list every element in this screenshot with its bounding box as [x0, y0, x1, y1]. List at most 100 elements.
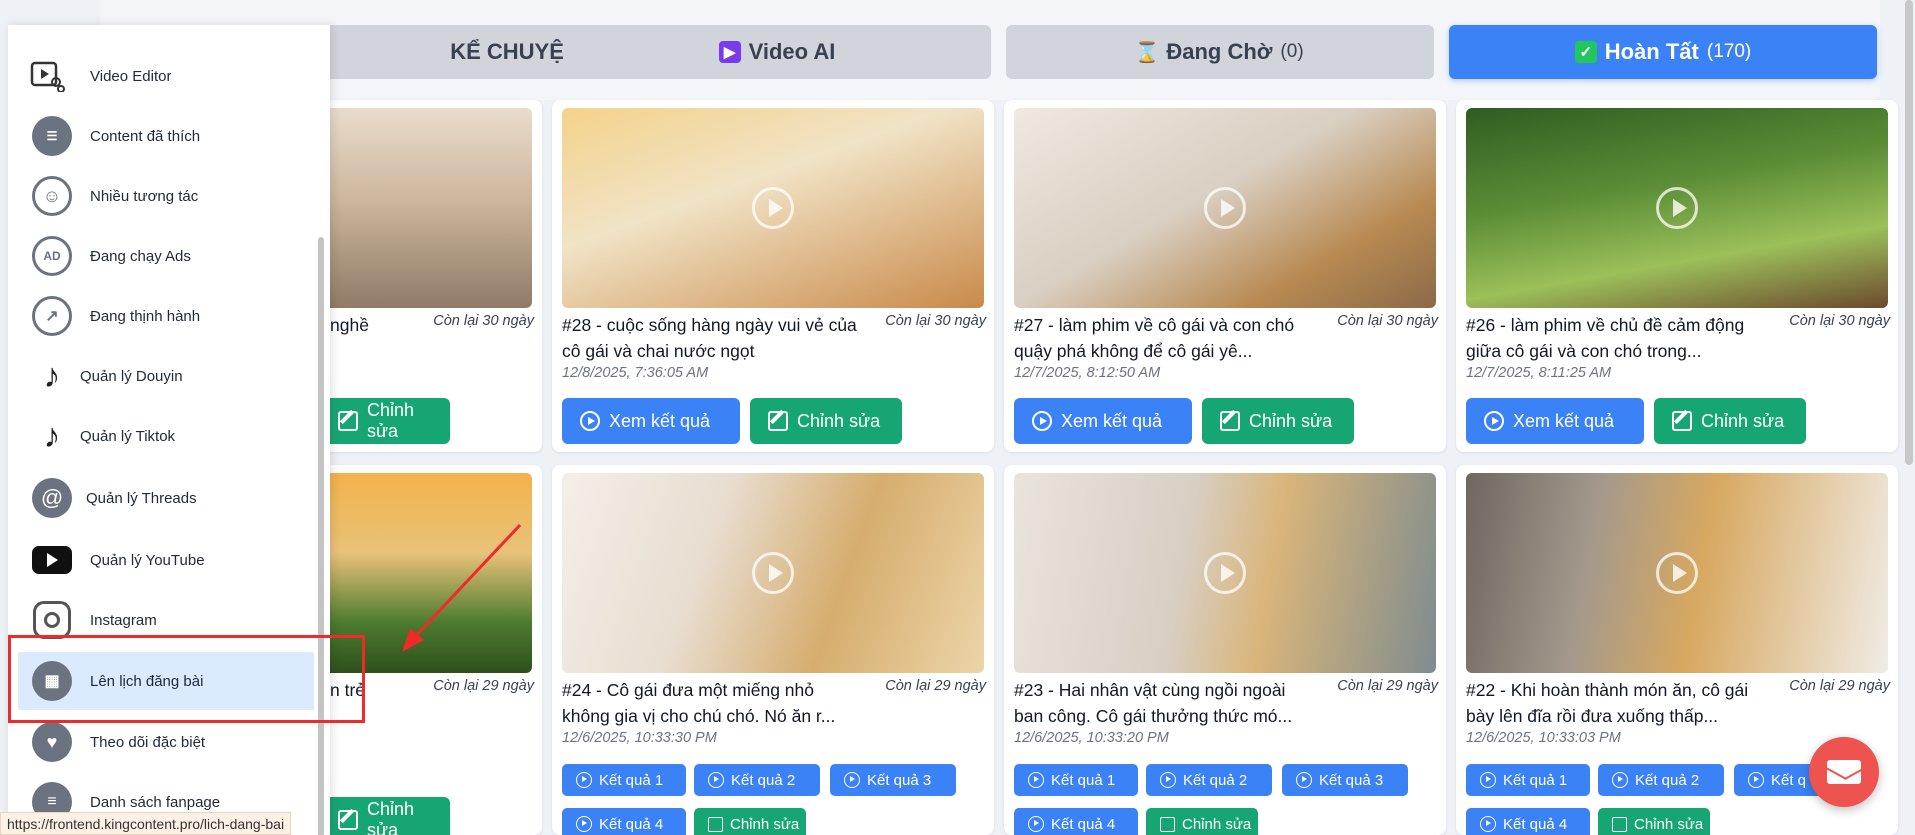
tab-label: Hoàn Tất	[1604, 39, 1699, 64]
sidebar-scrollbar[interactable]	[318, 237, 324, 835]
play-circle-icon	[1160, 772, 1176, 788]
play-circle-icon	[1032, 411, 1052, 431]
sidebar-item-label: Content đã thích	[90, 127, 201, 145]
heart-icon: ♥	[32, 722, 72, 762]
video-thumbnail[interactable]	[1014, 108, 1436, 308]
threads-icon: @	[32, 478, 72, 518]
edit-icon	[1672, 411, 1692, 431]
card-title: #24 - Cô gái đưa một miếng nhỏ không gia…	[562, 680, 836, 726]
card-date: 12/7/2025, 8:12:50 AM	[1014, 365, 1161, 381]
edit-icon	[1220, 411, 1240, 431]
result-4-button[interactable]: Kết quả 4	[562, 808, 686, 835]
days-remaining: Còn lại 29 ngày	[1337, 678, 1438, 694]
video-thumbnail[interactable]	[1466, 473, 1888, 673]
clapper-icon: ▶	[718, 41, 741, 63]
play-circle-icon	[580, 411, 600, 431]
result-4-button[interactable]: Kết quả 4	[1014, 808, 1138, 835]
sidebar-item-label: Quản lý YouTube	[90, 551, 205, 569]
sidebar-item-label: Đang chạy Ads	[90, 247, 191, 265]
result-4-button[interactable]: Kết quả 4	[1466, 808, 1590, 835]
result-2-button[interactable]: Kết quả 2	[694, 764, 820, 796]
view-result-button[interactable]: Xem kết quả	[1466, 398, 1644, 444]
video-thumbnail[interactable]	[1014, 473, 1436, 673]
tab-label: KỂ CHUYỆN	[450, 39, 580, 64]
liked-content-icon: ☰	[32, 116, 72, 156]
days-remaining: Còn lại 29 ngày	[433, 678, 534, 694]
sidebar-item-dang-thinh-hanh[interactable]: ↗ Đang thịnh hành	[18, 287, 314, 345]
edit-button[interactable]: Chỉnh sửa	[320, 797, 450, 835]
edit-icon	[708, 816, 723, 832]
tab-hoan-tat[interactable]: ✓ Hoàn Tất (170)	[1449, 25, 1877, 79]
sidebar-item-nhieu-tuong-tac[interactable]: ☺ Nhiều tương tác	[18, 167, 314, 225]
card-title: #26 - làm phim về chủ đề cảm động giữa c…	[1466, 315, 1745, 361]
play-circle-icon	[1480, 772, 1496, 788]
result-3-button[interactable]: Kết quả 3	[830, 764, 956, 796]
annotation-arrow-icon	[402, 523, 522, 652]
edit-button[interactable]: Chỉnh sửa	[1654, 398, 1806, 444]
result-1-button[interactable]: Kết quả 1	[1466, 764, 1590, 796]
edit-button[interactable]: Chỉnh sửa	[320, 398, 450, 444]
tab-count: (0)	[1280, 41, 1304, 62]
edit-button[interactable]: Chỉnh sửa	[1202, 398, 1354, 444]
tab-label: Đang Chờ	[1166, 39, 1273, 64]
edit-icon	[1612, 816, 1627, 832]
result-1-button[interactable]: Kết quả 1	[562, 764, 686, 796]
edit-icon	[338, 411, 358, 431]
video-thumbnail[interactable]	[1466, 108, 1888, 308]
days-remaining: Còn lại 30 ngày	[885, 313, 986, 329]
edit-icon	[1160, 816, 1175, 832]
play-icon	[752, 552, 794, 594]
mail-icon	[1827, 760, 1861, 784]
play-circle-icon	[1484, 411, 1504, 431]
play-circle-icon	[1612, 772, 1628, 788]
sidebar-item-label: Danh sách fanpage	[90, 793, 221, 811]
result-2-button[interactable]: Kết quả 2	[1598, 764, 1724, 796]
result-2-button[interactable]: Kết quả 2	[1146, 764, 1272, 796]
result-1-button[interactable]: Kết quả 1	[1014, 764, 1138, 796]
card-title: #23 - Hai nhân vật cùng ngồi ngoài ban c…	[1014, 680, 1293, 726]
sidebar-item-quan-ly-tiktok[interactable]: ♪ Quản lý Tiktok	[18, 407, 314, 465]
status-bar-url: https://frontend.kingcontent.pro/lich-da…	[0, 812, 292, 835]
sidebar-item-label: Nhiều tương tác	[90, 187, 199, 205]
sidebar-item-video-editor[interactable]: Video Editor	[18, 47, 314, 105]
page-scrollbar[interactable]	[1905, 0, 1913, 465]
sidebar-item-label: Video Editor	[90, 67, 172, 85]
days-remaining: Còn lại 30 ngày	[1789, 313, 1890, 329]
tab-dang-cho[interactable]: ⌛ Đang Chờ (0)	[1006, 25, 1434, 79]
play-icon	[752, 187, 794, 229]
play-circle-icon	[1028, 772, 1044, 788]
tab-count: (170)	[1706, 41, 1752, 62]
sidebar-item-quan-ly-youtube[interactable]: Quản lý YouTube	[18, 531, 314, 589]
play-icon	[1204, 552, 1246, 594]
play-icon	[1656, 187, 1698, 229]
sidebar-item-dang-chay-ads[interactable]: AD Đang chạy Ads	[18, 227, 314, 285]
sidebar-item-content-da-thich[interactable]: ☰ Content đã thích	[18, 107, 314, 165]
play-circle-icon	[576, 772, 592, 788]
sidebar-item-label: Quản lý Threads	[86, 489, 197, 507]
tab-video-ai[interactable]: ▶ Video AI	[563, 25, 991, 79]
play-circle-icon	[708, 772, 724, 788]
view-result-button[interactable]: Xem kết quả	[1014, 398, 1192, 444]
play-circle-icon	[576, 816, 592, 832]
view-result-button[interactable]: Xem kết quả	[562, 398, 740, 444]
card-date: 12/6/2025, 10:33:30 PM	[562, 730, 717, 746]
edit-button[interactable]: Chỉnh sửa	[750, 398, 902, 444]
annotation-highlight-box	[8, 635, 365, 723]
video-card: #27 - làm phim về cô gái và con chó quậy…	[1004, 100, 1446, 452]
edit-button[interactable]: Chỉnh sửa	[694, 808, 806, 835]
sidebar-item-label: Theo dõi đặc biệt	[90, 733, 206, 751]
video-thumbnail[interactable]	[562, 108, 984, 308]
result-3-button[interactable]: Kết quả 3	[1282, 764, 1408, 796]
mail-button[interactable]	[1809, 737, 1879, 807]
video-card: #23 - Hai nhân vật cùng ngồi ngoài ban c…	[1004, 465, 1446, 835]
play-circle-icon	[1296, 772, 1312, 788]
sidebar-item-quan-ly-threads[interactable]: @ Quản lý Threads	[18, 469, 314, 527]
hourglass-icon: ⌛	[1134, 41, 1160, 64]
edit-button[interactable]: Chỉnh sửa	[1146, 808, 1258, 835]
video-card: #28 - cuộc sống hàng ngày vui vẻ của cô …	[552, 100, 994, 452]
tiktok-icon: ♪	[43, 416, 61, 455]
sidebar-item-quan-ly-douyin[interactable]: ♪ Quản lý Douyin	[18, 347, 314, 405]
edit-button[interactable]: Chỉnh sửa	[1598, 808, 1710, 835]
video-thumbnail[interactable]	[562, 473, 984, 673]
youtube-icon	[32, 540, 72, 580]
